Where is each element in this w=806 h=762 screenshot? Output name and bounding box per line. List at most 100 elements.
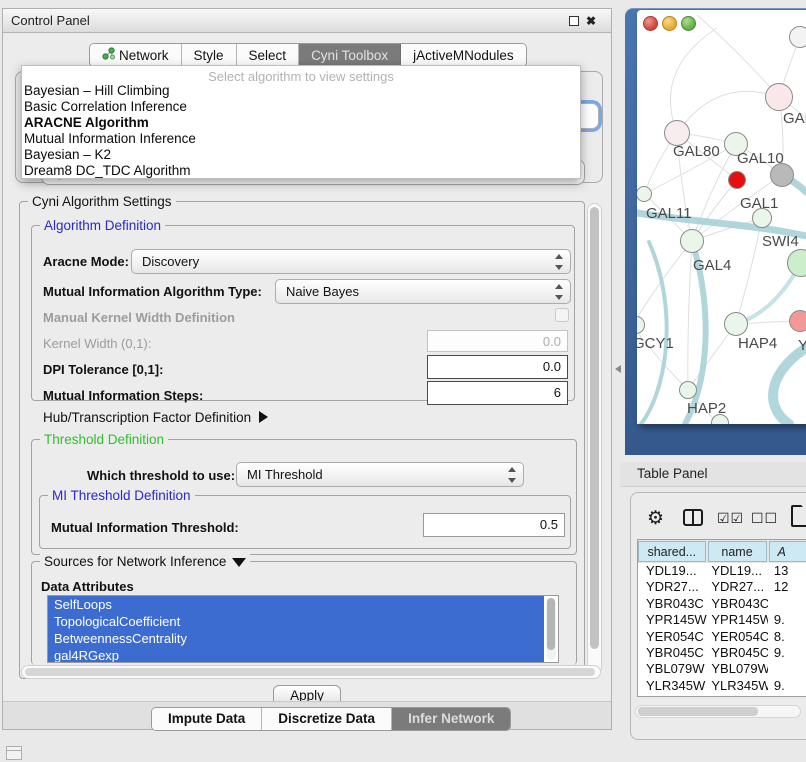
- table-cell[interactable]: 9.: [768, 678, 806, 694]
- kernel-width-label: Kernel Width (0,1):: [43, 336, 151, 351]
- table-cell[interactable]: YLR345W: [707, 678, 768, 694]
- table-cell[interactable]: YPR145W: [707, 612, 768, 628]
- network-icon: [102, 47, 115, 63]
- close-traffic-light-icon[interactable]: [643, 16, 658, 31]
- which-threshold-combo[interactable]: MI Threshold: [236, 462, 524, 487]
- tab-jactivemnodules[interactable]: jActiveMNodules: [401, 44, 526, 66]
- attributes-scrollbar[interactable]: [546, 598, 556, 660]
- sources-title-text: Sources for Network Inference: [44, 554, 226, 569]
- attribute-item[interactable]: gal4RGexp: [48, 647, 544, 663]
- zoom-traffic-light-icon[interactable]: [681, 16, 696, 31]
- column-header-3[interactable]: A: [769, 541, 806, 562]
- algorithm-option[interactable]: Bayesian – Hill Climbing: [22, 83, 580, 99]
- table-cell[interactable]: 9.: [768, 645, 806, 661]
- table-row[interactable]: YER054CYER054C8.: [638, 629, 806, 645]
- table-cell[interactable]: YBR043C: [638, 596, 707, 612]
- node-table: shared...nameA YDL19...YDL19...13YDR27..…: [637, 539, 806, 697]
- table-cell[interactable]: [768, 661, 806, 677]
- columns-icon[interactable]: [683, 509, 703, 526]
- network-node[interactable]: [752, 208, 772, 228]
- algorithm-option[interactable]: Basic Correlation Inference: [22, 99, 580, 115]
- attribute-item[interactable]: SelfLoops: [48, 596, 544, 613]
- gear-icon[interactable]: ⚙: [647, 507, 664, 530]
- splitpane-collapse-arrow-icon[interactable]: [615, 365, 621, 373]
- table-row[interactable]: YBR045CYBR045C9.: [638, 645, 806, 661]
- table-cell[interactable]: 8.: [768, 629, 806, 645]
- table-cell[interactable]: YPR145W: [638, 612, 707, 628]
- table-row[interactable]: YBR043CYBR043C: [638, 596, 806, 612]
- network-canvas[interactable]: GALGAL80GAL10GAL1GAL11SWI4GAL4GCY1HAP4YH…: [637, 10, 806, 424]
- table-row[interactable]: YDL19...YDL19...13: [638, 563, 806, 579]
- table-cell[interactable]: YBL079W: [638, 661, 707, 677]
- table-panel-titlebar: Table Panel: [620, 462, 806, 487]
- deselect-all-icon[interactable]: ☐☐: [751, 510, 778, 527]
- table-row[interactable]: YDR27...YDR27...12: [638, 579, 806, 595]
- table-row[interactable]: YLR345WYLR345W9.: [638, 678, 806, 694]
- dock-window-icon[interactable]: [6, 746, 22, 760]
- table-cell[interactable]: YER054C: [707, 629, 768, 645]
- table-cell[interactable]: YIL052C: [638, 694, 707, 697]
- dpi-tolerance-field[interactable]: 0.0: [427, 355, 568, 379]
- network-node-y[interactable]: [789, 310, 806, 332]
- select-all-icon[interactable]: ☑☑: [717, 510, 744, 527]
- network-node-hap2[interactable]: [679, 381, 697, 399]
- table-row[interactable]: YIL052CYIL052C9.: [638, 694, 806, 697]
- table-cell[interactable]: YBR043C: [707, 596, 768, 612]
- tab-cyni-toolbox[interactable]: Cyni Toolbox: [299, 44, 401, 66]
- table-cell[interactable]: YDL19...: [638, 563, 707, 579]
- table-cell[interactable]: YBR045C: [638, 645, 707, 661]
- mi-type-value: Naive Bayes: [286, 284, 359, 299]
- export-table-icon[interactable]: [791, 505, 806, 527]
- column-header-1[interactable]: shared...: [638, 541, 706, 562]
- algorithm-option[interactable]: Bayesian – K2: [22, 147, 580, 163]
- bottom-tabs: Impute DataDiscretize DataInfer Network: [151, 707, 511, 731]
- bottom-tab-infer-network[interactable]: Infer Network: [392, 708, 510, 730]
- tab-style[interactable]: Style: [182, 44, 237, 66]
- network-node[interactable]: [789, 26, 806, 48]
- table-cell[interactable]: 13: [768, 563, 806, 579]
- table-cell[interactable]: YDR27...: [638, 579, 707, 595]
- bottom-tab-impute-data[interactable]: Impute Data: [152, 708, 262, 730]
- network-node-hap4[interactable]: [724, 312, 748, 336]
- table-cell[interactable]: YLR345W: [638, 678, 707, 694]
- algorithm-option[interactable]: Mutual Information Inference: [22, 131, 580, 147]
- mi-threshold-field[interactable]: 0.5: [423, 513, 565, 537]
- sources-title[interactable]: Sources for Network Inference: [40, 554, 250, 569]
- table-cell[interactable]: 9.: [768, 694, 806, 697]
- algorithm-option[interactable]: Dream8 DC_TDC Algorithm: [22, 163, 580, 179]
- table-cell[interactable]: 12: [768, 579, 806, 595]
- tab-network[interactable]: Network: [90, 44, 182, 66]
- network-node-gal[interactable]: [765, 83, 793, 111]
- attribute-item[interactable]: TopologicalCoefficient: [48, 613, 544, 630]
- float-window-icon[interactable]: [569, 16, 579, 26]
- settings-horizontal-scrollbar[interactable]: [21, 665, 601, 679]
- mi-steps-field[interactable]: 6: [427, 381, 568, 405]
- aracne-mode-combo[interactable]: Discovery: [131, 249, 571, 274]
- network-node-gal1[interactable]: [770, 163, 794, 187]
- minimize-traffic-light-icon[interactable]: [662, 16, 677, 31]
- table-row[interactable]: YBL079WYBL079W: [638, 661, 806, 677]
- mi-type-combo[interactable]: Naive Bayes: [275, 279, 571, 304]
- network-node-gal4[interactable]: [680, 229, 704, 253]
- attribute-item[interactable]: BetweennessCentrality: [48, 630, 544, 647]
- node-label: GAL: [783, 110, 806, 127]
- table-cell[interactable]: YBR045C: [707, 645, 768, 661]
- tab-select[interactable]: Select: [237, 44, 300, 66]
- table-row[interactable]: YPR145WYPR145W9.: [638, 612, 806, 628]
- table-cell[interactable]: YER054C: [638, 629, 707, 645]
- table-cell[interactable]: YDL19...: [707, 563, 768, 579]
- network-node[interactable]: [728, 171, 746, 189]
- column-header-2[interactable]: name: [708, 541, 767, 562]
- table-cell[interactable]: [768, 596, 806, 612]
- bottom-tab-discretize-data[interactable]: Discretize Data: [262, 708, 392, 730]
- settings-vertical-scrollbar[interactable]: [587, 203, 602, 675]
- algorithm-option[interactable]: ARACNE Algorithm: [22, 115, 580, 131]
- table-cell[interactable]: 9.: [768, 612, 806, 628]
- hub-definition-toggle[interactable]: Hub/Transcription Factor Definition: [43, 410, 268, 425]
- table-cell[interactable]: YBL079W: [707, 661, 768, 677]
- close-icon[interactable]: ✖: [585, 15, 597, 27]
- mi-threshold-title: MI Threshold Definition: [48, 488, 195, 503]
- table-cell[interactable]: YDR27...: [707, 579, 768, 595]
- table-horizontal-scrollbar[interactable]: [635, 705, 801, 718]
- table-cell[interactable]: YIL052C: [707, 694, 768, 697]
